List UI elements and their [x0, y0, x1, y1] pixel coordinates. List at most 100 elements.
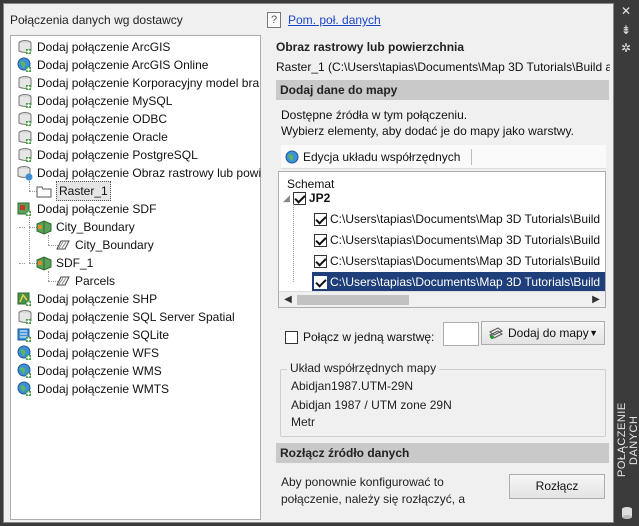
- tree-item[interactable]: Dodaj połączenie SHP: [17, 290, 157, 308]
- tree-item-label: Dodaj połączenie ODBC: [37, 112, 168, 126]
- tree-item-label: Dodaj połączenie Obraz rastrowy lub powi: [37, 166, 262, 180]
- tree-item[interactable]: Dodaj połączenie Obraz rastrowy lub powi: [17, 164, 261, 182]
- combine-layer-option[interactable]: Połącz w jedną warstwę:: [285, 330, 434, 344]
- shp-icon: [17, 291, 33, 307]
- palette-title: POŁĄCZENIE DANYCH: [616, 402, 639, 478]
- tree-item[interactable]: Dodaj połączenie SQLite: [17, 326, 169, 344]
- schema-item-checkbox[interactable]: [314, 254, 327, 268]
- tree-item[interactable]: Dodaj połączenie ArcGIS Online: [17, 56, 208, 74]
- palette-side-strip: ✕ ⇟ ✲ POŁĄCZENIE DANYCH: [614, 0, 639, 526]
- pin-icon[interactable]: ⇟: [619, 23, 633, 37]
- disconnect-section-header[interactable]: Rozłącz źródło danych: [276, 443, 609, 463]
- tree-connector: [293, 204, 294, 282]
- schema-tree[interactable]: Schemat ◢ JP2 C:\Users\tapias\Documents\…: [278, 171, 606, 308]
- schema-item-label: C:\Users\tapias\Documents\Map 3D Tutoria…: [330, 275, 601, 289]
- tree-item-label: Dodaj połączenie SDF: [37, 202, 157, 216]
- tree-item[interactable]: Parcels: [55, 272, 115, 290]
- tree-item[interactable]: Dodaj połączenie WMTS: [17, 380, 169, 398]
- schema-item[interactable]: C:\Users\tapias\Documents\Map 3D Tutoria…: [314, 209, 600, 229]
- tree-item[interactable]: SDF_1: [36, 254, 93, 272]
- tree-item-label: Dodaj połączenie WMTS: [37, 382, 170, 396]
- tree-item-label: SDF_1: [56, 256, 94, 270]
- tree-item[interactable]: Dodaj połączenie ArcGIS: [17, 38, 170, 56]
- expander: [19, 227, 25, 228]
- tree-item[interactable]: Dodaj połączenie SQL Server Spatial: [17, 308, 235, 326]
- coordinate-system-unit: Metr: [291, 415, 315, 429]
- polygon-layer-icon: [55, 273, 71, 289]
- tree-item[interactable]: Dodaj połączenie Oracle: [17, 128, 168, 146]
- close-icon[interactable]: ✕: [619, 4, 633, 18]
- tree-item[interactable]: City_Boundary: [36, 218, 135, 236]
- tree-connector: [29, 181, 30, 191]
- edit-coordinate-system-button[interactable]: Edycja układu współrzędnych: [285, 148, 460, 166]
- tree-item[interactable]: Dodaj połączenie MySQL: [17, 92, 172, 110]
- tree-item[interactable]: Raster_1: [36, 181, 111, 201]
- coordinate-system-code: Abidjan1987.UTM-29N: [291, 379, 414, 393]
- coordinate-system-name: Abidjan 1987 / UTM zone 29N: [291, 398, 452, 412]
- tree-connector: [29, 217, 30, 263]
- tree-connector: [48, 271, 49, 281]
- disconnect-text-2: połączenie, należy się rozłączyć, a: [281, 492, 466, 506]
- schema-item[interactable]: C:\Users\tapias\Documents\Map 3D Tutoria…: [314, 251, 600, 271]
- database-icon: [17, 147, 33, 163]
- sources-description-2: Wybierz elementy, aby dodać je do mapy j…: [281, 124, 574, 138]
- feature-class-icon: [36, 219, 52, 235]
- raster-icon: [17, 165, 33, 181]
- connection-heading: Obraz rastrowy lub powierzchnia: [276, 40, 465, 54]
- tree-item[interactable]: Dodaj połączenie SDF: [17, 200, 156, 218]
- disconnect-button[interactable]: Rozłącz: [509, 474, 605, 499]
- schema-node-label: JP2: [308, 191, 331, 205]
- tree-item[interactable]: City_Boundary: [55, 236, 154, 254]
- tree-item[interactable]: Dodaj połączenie WFS: [17, 344, 159, 362]
- toolbar-separator: [471, 149, 472, 165]
- tree-connector: [48, 235, 49, 245]
- tree-item-label: Dodaj połączenie MySQL: [37, 94, 173, 108]
- tree-item[interactable]: Dodaj połączenie ODBC: [17, 110, 167, 128]
- expander: [19, 263, 25, 264]
- collapse-icon[interactable]: ◢: [283, 188, 290, 208]
- database-icon: [17, 75, 33, 91]
- schema-node-jp2[interactable]: ◢ JP2: [283, 188, 330, 208]
- database-icon: [17, 111, 33, 127]
- settings-icon[interactable]: ✲: [619, 41, 633, 55]
- tree-item[interactable]: Dodaj połączenie Korporacyjny model bra: [17, 74, 259, 92]
- horizontal-scrollbar[interactable]: ◀ ▶: [279, 291, 605, 307]
- scroll-left-icon[interactable]: ◀: [282, 294, 294, 306]
- schema-item-checkbox[interactable]: [314, 212, 327, 226]
- tree-item-label: Dodaj połączenie ArcGIS: [37, 40, 171, 54]
- tree-item-label: Parcels: [75, 274, 116, 288]
- add-to-map-label: Dodaj do mapy: [508, 326, 589, 340]
- tree-item[interactable]: Dodaj połączenie PostgreSQL: [17, 146, 198, 164]
- globe-icon: [17, 363, 33, 379]
- help-icon[interactable]: ?: [267, 12, 281, 28]
- schema-item[interactable]: C:\Users\tapias\Documents\Map 3D Tutoria…: [312, 272, 605, 292]
- combine-layer-checkbox[interactable]: [285, 330, 298, 344]
- tree-item-label: City_Boundary: [56, 220, 135, 234]
- add-to-map-section-header[interactable]: Dodaj dane do mapy: [276, 80, 609, 100]
- schema-item-checkbox[interactable]: [314, 233, 327, 247]
- scrollbar-thumb[interactable]: [297, 295, 409, 305]
- sources-description-1: Dostępne źródła w tym połączeniu.: [281, 108, 468, 122]
- tree-item-label: Dodaj połączenie Oracle: [37, 130, 168, 144]
- tree-item-label: Dodaj połączenie ArcGIS Online: [37, 58, 209, 72]
- providers-title: Połączenia danych wg dostawcy: [10, 13, 183, 27]
- schema-item[interactable]: C:\Users\tapias\Documents\Map 3D Tutoria…: [314, 230, 600, 250]
- schema-node-checkbox[interactable]: [292, 191, 306, 205]
- folder-icon: [36, 183, 52, 199]
- help-link[interactable]: Pom. poł. danych: [288, 13, 381, 27]
- polygon-layer-icon: [55, 237, 71, 253]
- globe-icon: [17, 381, 33, 397]
- tree-item-label: Dodaj połączenie SQL Server Spatial: [37, 310, 235, 324]
- chevron-down-icon[interactable]: ▼: [589, 322, 598, 344]
- tree-item-label: Dodaj połączenie WMS: [37, 364, 162, 378]
- map-coordinate-system-title: Układ współrzędnych mapy: [287, 361, 440, 375]
- scroll-right-icon[interactable]: ▶: [590, 294, 602, 306]
- add-to-map-button[interactable]: Dodaj do mapy ▼: [481, 321, 605, 345]
- tree-item[interactable]: Dodaj połączenie WMS: [17, 362, 162, 380]
- schema-item-label: C:\Users\tapias\Documents\Map 3D Tutoria…: [330, 212, 601, 226]
- tree-item-label: Dodaj połączenie WFS: [37, 346, 160, 360]
- schema-item-checkbox[interactable]: [314, 275, 327, 289]
- schema-toolbar: Edycja układu współrzędnych: [281, 145, 606, 169]
- layer-name-input[interactable]: [443, 322, 479, 346]
- tree-item-label: Raster_1: [56, 181, 111, 201]
